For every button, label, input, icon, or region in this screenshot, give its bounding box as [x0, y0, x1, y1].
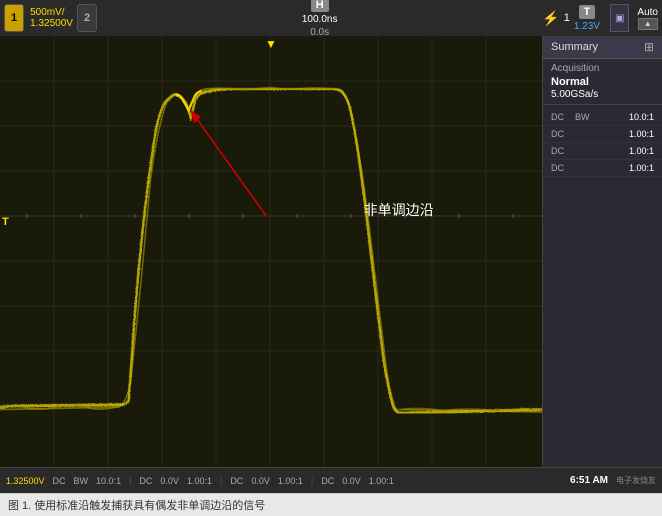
ch2-dc-label: DC	[551, 129, 571, 139]
trigger-display: T 1.23V	[574, 5, 600, 32]
ch3-dc-label: DC	[551, 146, 571, 156]
ch4-ratio: 1.00:1	[629, 163, 654, 173]
oscilloscope-display: T ▼ 非单调边沿	[0, 36, 542, 467]
status-volt3: 0.0V	[251, 476, 270, 486]
trigger-position-marker: ▼	[265, 37, 277, 51]
caption-text: 图 1. 使用标准沿触发捕获具有偶发非单调边沿的信号	[8, 500, 265, 512]
status-volt2: 0.0V	[160, 476, 179, 486]
acq-rate: 5.00GSa/s	[551, 89, 654, 100]
summary-header: Summary ⊞	[543, 36, 662, 59]
acq-title: Acquisition	[551, 63, 654, 74]
sep3: |	[311, 476, 313, 486]
voltage-sub: 1.32500V	[30, 18, 73, 29]
ch2-label: 2	[84, 12, 90, 24]
horizontal-display: H 100.0ns 0.0s	[302, 0, 338, 38]
run-indicator: ▲	[638, 18, 658, 30]
status-ratio1: 10.0:1	[96, 476, 121, 486]
ch1-ratio: 10.0:1	[629, 112, 654, 122]
acquisition-section: Acquisition Normal 5.00GSa/s	[543, 59, 662, 105]
status-ratio4: 1.00:1	[369, 476, 394, 486]
ch2-ratio: 1.00:1	[629, 129, 654, 139]
right-panel: Summary ⊞ Acquisition Normal 5.00GSa/s D…	[542, 36, 662, 467]
run-mode: Auto	[637, 7, 658, 18]
sep2: |	[220, 476, 222, 486]
caption-bar: 图 1. 使用标准沿触发捕获具有偶发非单调边沿的信号	[0, 493, 662, 516]
status-bw1: BW	[74, 476, 89, 486]
status-volt1: 1.32500V	[6, 476, 45, 486]
status-dc2: DC	[139, 476, 152, 486]
watermark: 电子发烧友	[616, 475, 656, 486]
waveform	[0, 36, 542, 467]
screen-icon[interactable]: ▣	[610, 4, 629, 32]
trigger-voltage: 1.23V	[574, 21, 600, 32]
ch3-ratio: 1.00:1	[629, 146, 654, 156]
summary-label: Summary	[551, 41, 598, 53]
h-label: H	[311, 0, 329, 12]
grid-icon[interactable]: ⊞	[644, 40, 654, 54]
status-volt4: 0.0V	[342, 476, 361, 486]
lightning-icon: ⚡	[542, 10, 559, 27]
ch1-bw-label: BW	[575, 112, 595, 122]
channel-row-3: DC 1.00:1	[543, 143, 662, 160]
channel-2-button[interactable]: 2	[77, 4, 97, 32]
ch1-label: 1	[11, 12, 17, 24]
sep1: |	[129, 476, 131, 486]
channel-row-1: DC BW 10.0:1	[543, 109, 662, 126]
status-dc4: DC	[321, 476, 334, 486]
ch4-dc-label: DC	[551, 163, 571, 173]
channel-row-2: DC 1.00:1	[543, 126, 662, 143]
time-display: 6:51 AM	[570, 475, 608, 486]
ch1-voltage-display: 500mV/ 1.32500V	[30, 7, 73, 29]
acq-mode: Normal	[551, 76, 654, 88]
status-ratio2: 1.00:1	[187, 476, 212, 486]
channels-section: DC BW 10.0:1 DC 1.00:1 DC 1.00:1 DC	[543, 105, 662, 467]
status-ratio3: 1.00:1	[278, 476, 303, 486]
trigger-count: 1	[564, 12, 570, 24]
channel-1-button[interactable]: 1	[4, 4, 24, 32]
middle-section: T ▼ 非单调边沿 Summary ⊞ Acquisition Normal 5…	[0, 36, 662, 467]
status-dc1: DC	[53, 476, 66, 486]
channel-row-4: DC 1.00:1	[543, 160, 662, 177]
trigger-marker: T	[2, 214, 9, 228]
top-toolbar: 1 500mV/ 1.32500V 2 H 100.0ns 0.0s ⚡ 1 T…	[0, 0, 662, 36]
t-label: T	[579, 5, 596, 19]
bottom-status-bar: 1.32500V DC BW 10.0:1 | DC 0.0V 1.00:1 |…	[0, 467, 662, 493]
voltage-main: 500mV/	[30, 7, 73, 18]
status-dc3: DC	[230, 476, 243, 486]
oscilloscope-ui: 1 500mV/ 1.32500V 2 H 100.0ns 0.0s ⚡ 1 T…	[0, 0, 662, 516]
ch1-dc-label: DC	[551, 112, 571, 122]
time-div: 100.0ns	[302, 14, 338, 25]
